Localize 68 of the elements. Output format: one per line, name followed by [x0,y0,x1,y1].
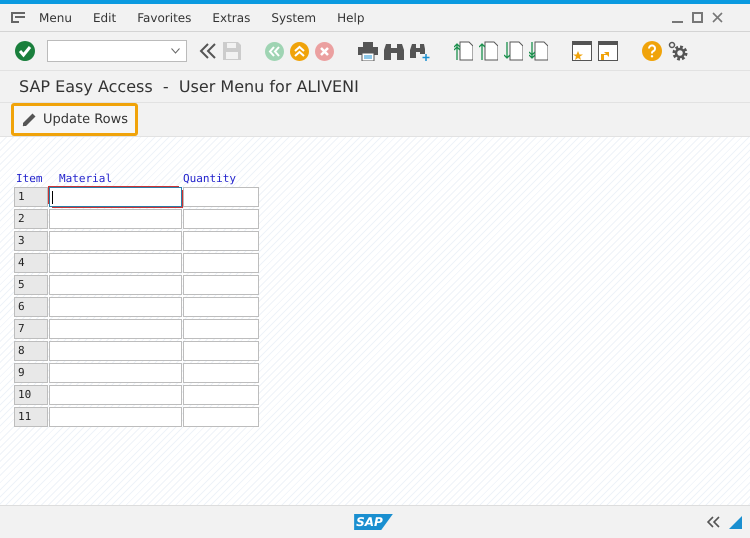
row-number: 4 [14,253,48,273]
menu-item[interactable]: Edit [92,10,116,24]
check-icon[interactable] [15,41,35,61]
maximize-icon[interactable] [692,12,703,23]
binoculars-icon[interactable] [384,42,404,60]
sap-logo: SAP [354,514,393,530]
row-number: 10 [14,385,48,405]
menu-item[interactable]: Favorites [137,10,192,24]
pencil-icon [21,112,37,128]
row-number: 1 [14,187,48,207]
material-field[interactable] [49,407,182,427]
quantity-field[interactable] [183,385,259,405]
last-page-icon[interactable] [529,41,548,61]
first-page-icon[interactable] [454,41,473,61]
quantity-field[interactable] [183,363,259,383]
row-number: 3 [14,231,48,251]
command-field[interactable] [47,40,187,62]
row-number: 7 [14,319,48,339]
column-header: Quantity [183,173,237,185]
material-field[interactable] [49,187,182,207]
material-field[interactable] [49,209,182,229]
material-field[interactable] [49,297,182,317]
material-field[interactable] [49,275,182,295]
material-field[interactable] [49,319,182,339]
gear-icon[interactable] [668,41,688,61]
corner-triangle-icon [729,516,742,528]
cancel-icon[interactable] [315,42,334,60]
material-field[interactable] [49,385,182,405]
material-field[interactable] [49,363,182,383]
row-number: 8 [14,341,48,361]
material-field[interactable] [49,231,182,251]
double-chevron-left-icon[interactable] [199,42,217,60]
binoculars-plus-icon[interactable] [410,42,430,60]
menu-icon[interactable] [11,12,25,23]
back-icon[interactable] [265,42,284,60]
column-header: Material [58,173,113,185]
close-icon[interactable] [712,12,723,23]
save-icon[interactable] [223,42,241,60]
menu-item[interactable]: Extras [212,10,250,24]
row-number: 6 [14,297,48,317]
row-number: 11 [14,407,48,427]
quantity-field[interactable] [183,341,259,361]
double-chevron-left-icon[interactable] [707,516,721,528]
quantity-field[interactable] [183,187,259,207]
row-number: 5 [14,275,48,295]
menu-item[interactable]: Help [337,10,364,24]
printer-icon[interactable] [358,42,378,60]
previous-page-icon[interactable] [479,41,498,61]
window-shortcut-icon[interactable] [598,41,618,61]
chevron-down-icon[interactable] [171,48,180,54]
up-icon[interactable] [290,42,309,60]
quantity-field[interactable] [183,253,259,273]
update-rows-button[interactable]: Update Rows [11,103,138,136]
quantity-field[interactable] [183,297,259,317]
material-field[interactable] [49,341,182,361]
quantity-field[interactable] [183,319,259,339]
menu-item[interactable]: System [271,10,316,24]
column-header: Item [15,173,44,185]
help-icon[interactable] [642,41,662,61]
material-field[interactable] [49,253,182,273]
quantity-field[interactable] [183,231,259,251]
menu-item[interactable]: Menu [39,10,72,24]
quantity-field[interactable] [183,275,259,295]
row-number: 2 [14,209,48,229]
next-page-icon[interactable] [504,41,523,61]
quantity-field[interactable] [183,407,259,427]
row-number: 9 [14,363,48,383]
quantity-field[interactable] [183,209,259,229]
